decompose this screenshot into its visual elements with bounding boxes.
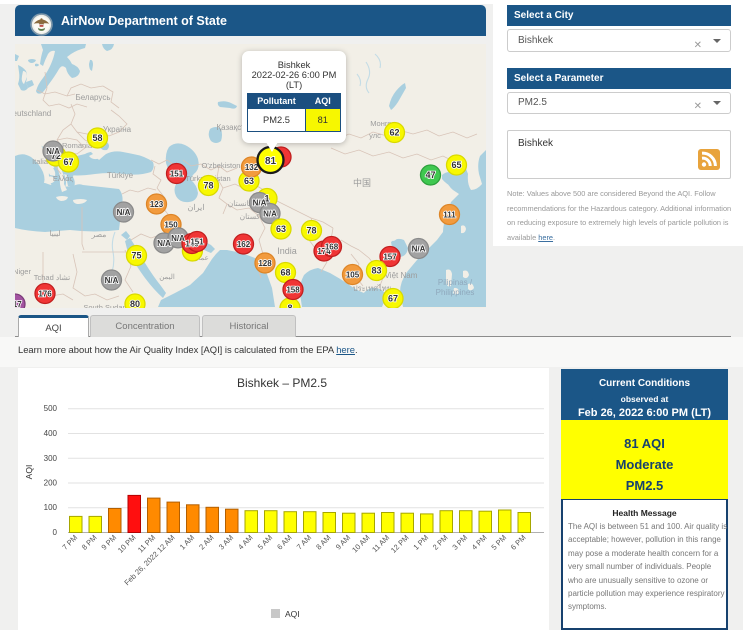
svg-text:N/A: N/A [105,276,119,285]
svg-text:India: India [277,246,297,256]
svg-text:217: 217 [15,300,22,308]
svg-text:68: 68 [280,268,290,278]
svg-text:157: 157 [383,253,397,262]
svg-text:Tchad تشاد: Tchad تشاد [34,273,71,282]
svg-text:Việt Nam: Việt Nam [385,271,418,280]
svg-text:67: 67 [388,294,398,304]
svg-text:151: 151 [170,170,184,179]
svg-text:47: 47 [425,170,435,180]
svg-text:N/A: N/A [253,199,267,208]
svg-text:63: 63 [244,176,254,186]
svg-text:N/A: N/A [412,245,426,254]
svg-text:Україна: Україна [103,125,132,134]
svg-text:81: 81 [265,156,277,167]
svg-text:مصر: مصر [91,230,107,239]
svg-text:中国: 中国 [353,177,371,188]
svg-text:Deutschland: Deutschland [15,109,51,118]
svg-text:176: 176 [38,290,52,299]
svg-text:65: 65 [451,160,461,170]
svg-text:500: 500 [44,404,58,413]
svg-text:0: 0 [53,528,58,537]
svg-text:O'zbekiston: O'zbekiston [202,161,241,170]
svg-text:158: 158 [286,286,300,295]
svg-text:200: 200 [44,479,58,488]
svg-text:63: 63 [276,224,286,234]
svg-text:AQI: AQI [285,609,300,619]
svg-text:N/A: N/A [171,234,185,243]
svg-text:150: 150 [164,221,178,230]
svg-text:58: 58 [92,133,102,143]
svg-text:80: 80 [130,299,140,308]
svg-text:300: 300 [44,454,58,463]
svg-text:151: 151 [190,238,204,247]
svg-text:N/A: N/A [263,210,277,219]
svg-text:ایران: ایران [188,203,205,212]
svg-text:اليمن: اليمن [159,273,175,281]
svg-text:128: 128 [258,259,272,268]
svg-text:168: 168 [325,243,339,252]
svg-text:78: 78 [203,181,213,191]
svg-text:N/A: N/A [157,239,171,248]
svg-text:ليبيا: ليبيا [49,229,60,238]
svg-text:67: 67 [63,157,73,167]
svg-text:N/A: N/A [46,147,60,156]
svg-text:78: 78 [306,226,316,236]
svg-text:South Sudan: South Sudan [83,303,126,308]
svg-text:123: 123 [150,200,164,209]
svg-text:Türkiye: Türkiye [107,171,134,180]
svg-text:75: 75 [131,251,141,261]
svg-text:N/A: N/A [117,208,131,217]
svg-text:105: 105 [346,271,360,280]
svg-text:111: 111 [443,211,456,220]
svg-text:Pilipinas /: Pilipinas / [438,278,473,287]
svg-text:Philippines: Philippines [436,288,475,297]
svg-text:AQI: AQI [24,465,34,480]
svg-text:Беларусь: Беларусь [76,93,111,102]
svg-text:улс: улс [369,131,381,140]
svg-text:83: 83 [371,266,381,276]
svg-text:132: 132 [245,163,259,172]
svg-text:100: 100 [44,503,58,512]
svg-text:Ελλάς: Ελλάς [53,174,74,183]
svg-text:Bishkek – PM2.5: Bishkek – PM2.5 [237,376,327,390]
svg-text:8: 8 [287,303,292,308]
svg-text:Niger: Niger [15,267,31,276]
svg-text:62: 62 [389,128,399,138]
svg-text:400: 400 [44,429,58,438]
svg-text:162: 162 [237,240,251,249]
